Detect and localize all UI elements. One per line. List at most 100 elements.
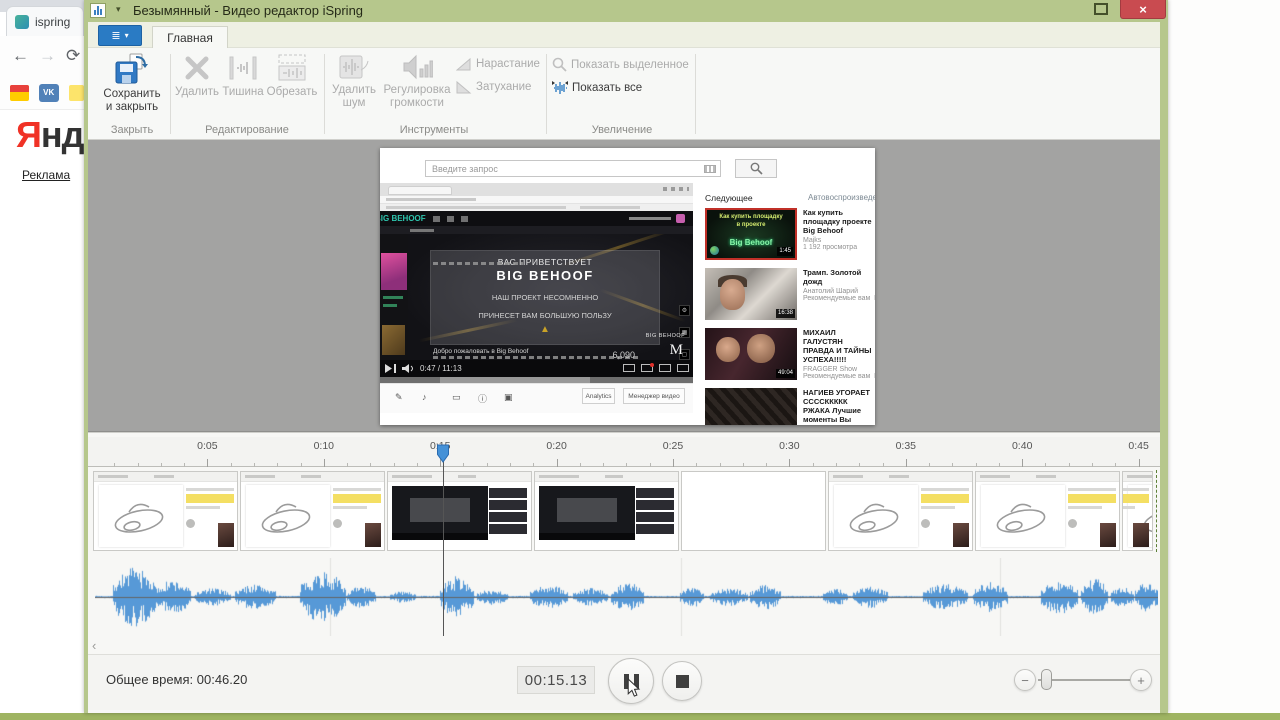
cc-icon[interactable]: [623, 364, 635, 372]
mail-bookmark-icon[interactable]: [10, 84, 29, 101]
menu-list-icon: ≣: [111, 30, 121, 42]
ruler-label: 0:40: [1011, 440, 1033, 452]
app-menu-button[interactable]: ≣ ▾: [98, 25, 142, 46]
suggestion-title[interactable]: Трамп. Золотой дожд: [803, 268, 875, 286]
trim-button[interactable]: Обрезать: [266, 53, 318, 99]
ruler-tick: [579, 463, 581, 467]
bookmark-icon[interactable]: [68, 84, 84, 101]
group-label-close: Закрыть: [110, 124, 154, 136]
play-next-icon[interactable]: [385, 364, 397, 373]
quick-access-dropdown-icon[interactable]: ▾: [116, 4, 121, 15]
save-and-close-button[interactable]: Сохранить и закрыть: [100, 53, 164, 114]
remove-noise-button[interactable]: Удалить шум: [329, 53, 379, 110]
timeline-clip-yt[interactable]: [534, 471, 679, 551]
volume-icon[interactable]: [402, 364, 414, 373]
restore-button[interactable]: [1094, 3, 1108, 15]
browser-tab[interactable]: ispring: [6, 6, 84, 36]
ruler-tick: [603, 463, 605, 467]
suggestion-item[interactable]: 16:38 Трамп. Золотой дожд Анатолий Шарий Ре…: [705, 268, 875, 320]
zoom-in-button[interactable]: +: [1130, 669, 1152, 691]
settings-icon[interactable]: [641, 363, 654, 372]
timeline-clip-ufo[interactable]: [828, 471, 973, 551]
audio-waveform[interactable]: [95, 558, 1158, 636]
subtitles-icon[interactable]: ▣: [504, 392, 513, 403]
suggestion-thumbnail[interactable]: 16:38: [705, 268, 797, 320]
ruler-label: 0:05: [197, 440, 218, 452]
ad-link[interactable]: Реклама: [22, 168, 70, 182]
silence-button[interactable]: Тишина: [221, 53, 265, 99]
show-selected-button[interactable]: Показать выделенное: [552, 57, 689, 72]
vk-bookmark-icon[interactable]: VK: [38, 83, 59, 102]
suggestion-title[interactable]: МИХАИЛ ГАЛУСТЯН ПРАВДА И ТАЙНЫ УСПЕХА!!!…: [803, 328, 875, 364]
theater-icon[interactable]: [659, 364, 671, 372]
zoom-slider-handle[interactable]: [1041, 669, 1052, 690]
ruler-tick: [393, 463, 395, 467]
ruler-tick: [184, 463, 186, 467]
suggestion-title[interactable]: НАГИЕВ УГОРАЕТ ССССККККК РЖАКА Лучшие мо…: [803, 388, 875, 424]
timeline-clip-ufo[interactable]: [93, 471, 238, 551]
timeline-clip-ufo[interactable]: [240, 471, 385, 551]
suggestion-item[interactable]: Как купить площадку в проекте Big Behoof 1:…: [705, 208, 875, 260]
current-time-display: 00:15.13: [517, 666, 595, 694]
site-logo: BIG BEHOOF: [380, 214, 426, 223]
fade-in-button[interactable]: Нарастание: [456, 57, 540, 71]
ruler-tick: [929, 463, 931, 467]
suggestion-thumbnail[interactable]: 49:04: [705, 328, 797, 380]
fullscreen-icon[interactable]: [677, 364, 689, 372]
back-icon[interactable]: ←: [12, 46, 29, 66]
suggestion-thumbnail[interactable]: Как купить площадку в проекте Big Behoof 1:…: [705, 208, 797, 260]
ruler-tick: [1068, 463, 1070, 467]
timeline-clip-ufo[interactable]: [1122, 471, 1153, 551]
video-caption: Добро пожаловать в Big Behoof: [433, 348, 529, 355]
card-icon[interactable]: ▭: [452, 392, 461, 403]
ruler-tick: [230, 463, 232, 467]
ruler-tick: [277, 463, 279, 467]
show-all-button[interactable]: Показать все: [552, 80, 642, 95]
playhead-handle[interactable]: [436, 444, 450, 463]
ruler-tick: [998, 463, 1000, 467]
watermark: BIG BEHOOF: [645, 333, 685, 339]
ruler-label: 0:30: [779, 440, 800, 452]
welcome-line3: НАШ ПРОЕКТ НЕСОМНЕННО: [491, 293, 599, 302]
total-time-label: Общее время: 00:46.20: [106, 672, 248, 687]
analytics-button[interactable]: Analytics: [582, 388, 615, 404]
enhance-icon[interactable]: ✎: [395, 392, 403, 403]
view-count: 6,090: [612, 350, 635, 360]
ruler-tick: [160, 463, 162, 467]
suggestion-channel: Majks: [803, 237, 822, 244]
welcome-line2: BIG BEHOOF: [496, 268, 594, 283]
suggestion-title[interactable]: Как купить площадку проекте Big Behoof: [803, 208, 875, 235]
delete-button[interactable]: Удалить: [174, 53, 220, 99]
ruler-tick: [742, 463, 744, 467]
titlebar[interactable]: ▾ Безымянный - Видео редактор iSpring ×: [84, 0, 1168, 22]
keyboard-icon: [704, 164, 716, 173]
forward-icon[interactable]: →: [39, 46, 56, 66]
delete-icon: [185, 56, 209, 80]
stop-button[interactable]: [662, 661, 702, 701]
timeline-clip-ufo[interactable]: [975, 471, 1120, 551]
timeline-clip-yt[interactable]: [387, 471, 532, 551]
timeline-scroll-left-icon[interactable]: ‹: [92, 638, 96, 653]
tab-home[interactable]: Главная: [152, 26, 228, 48]
close-button[interactable]: ×: [1120, 0, 1166, 19]
video-manager-button[interactable]: Менеджер видео: [623, 388, 685, 404]
youtube-search-button[interactable]: [735, 159, 777, 178]
suggestion-item[interactable]: НАГИЕВ УГОРАЕТ ССССККККК РЖАКА Лучшие мо…: [705, 388, 875, 425]
ruler-tick: [533, 463, 535, 467]
volume-button[interactable]: Регулировка громкости: [381, 53, 453, 110]
suggestion-item[interactable]: 49:04 МИХАИЛ ГАЛУСТЯН ПРАВДА И ТАЙНЫ УСПЕ…: [705, 328, 875, 380]
zoom-out-button[interactable]: −: [1014, 669, 1036, 691]
ruler-label: 0:35: [895, 440, 917, 452]
info-icon[interactable]: ⓘ: [478, 392, 487, 405]
background-browser-right: – ▢ × ⋮ ругие закладки ▲ i чать 8аКх × д…: [1168, 0, 1280, 713]
ruler-tick: [253, 463, 255, 467]
timeline-clip-blank[interactable]: [681, 471, 826, 551]
youtube-search-input[interactable]: Введите запрос: [425, 160, 721, 177]
suggestion-thumbnail[interactable]: [705, 388, 797, 425]
suggestion-meta: 1 192 просмотра: [803, 244, 858, 251]
reload-icon[interactable]: ⟳: [66, 46, 80, 66]
ruler-tick: [905, 459, 907, 467]
fade-out-button[interactable]: Затухание: [456, 80, 531, 94]
audio-icon[interactable]: ♪: [422, 392, 427, 402]
playhead-line: [443, 447, 444, 636]
